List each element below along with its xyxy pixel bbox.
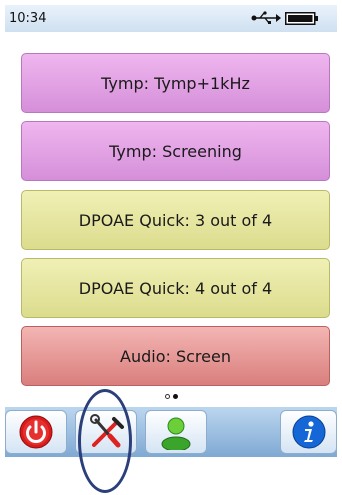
page-indicator[interactable] [165, 394, 178, 399]
power-button[interactable] [5, 410, 67, 454]
clock: 10:34 [9, 11, 47, 26]
status-bar: 10:34 [5, 5, 337, 32]
test-dpoae-4of4-button[interactable]: DPOAE Quick: 4 out of 4 [21, 258, 330, 318]
test-label: Tymp: Tymp+1kHz [101, 73, 250, 93]
test-label: Audio: Screen [120, 346, 231, 366]
power-icon [19, 415, 53, 449]
highlight-circle [78, 389, 132, 493]
test-tymp-1khz-button[interactable]: Tymp: Tymp+1kHz [21, 53, 330, 113]
test-label: Tymp: Screening [109, 141, 242, 161]
test-label: DPOAE Quick: 4 out of 4 [78, 278, 273, 298]
test-dpoae-3of4-button[interactable]: DPOAE Quick: 3 out of 4 [21, 190, 330, 250]
bottom-toolbar [5, 407, 337, 457]
info-button[interactable] [280, 410, 337, 454]
usb-icon [251, 11, 281, 24]
test-label: DPOAE Quick: 3 out of 4 [78, 210, 273, 230]
test-audio-screen-button[interactable]: Audio: Screen [21, 326, 330, 386]
battery-icon [285, 12, 318, 25]
info-icon [292, 415, 325, 449]
test-tymp-screening-button[interactable]: Tymp: Screening [21, 121, 330, 181]
user-button[interactable] [145, 410, 207, 454]
user-icon [161, 417, 191, 450]
page-dot[interactable] [165, 394, 170, 399]
page-dot-active[interactable] [173, 394, 178, 399]
device-screen: 10:34 Tymp: Tymp+1kHz Tymp: Screening DP… [5, 5, 337, 457]
